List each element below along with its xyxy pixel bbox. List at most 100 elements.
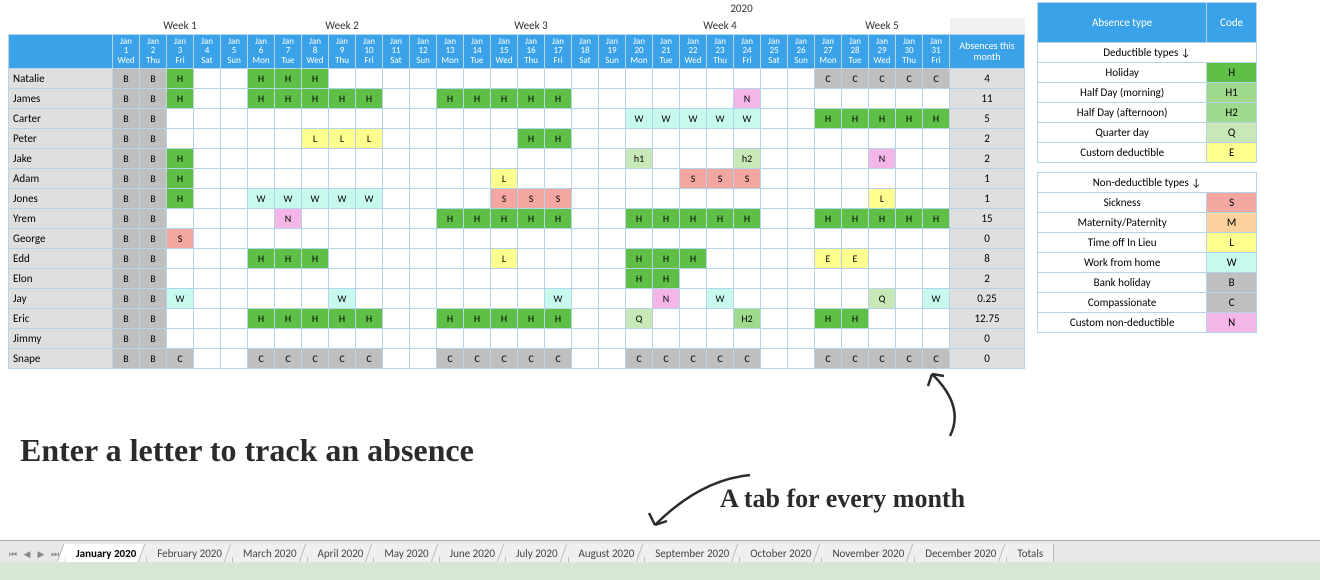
day-cell[interactable]: B bbox=[140, 129, 167, 149]
day-cell[interactable] bbox=[194, 189, 221, 209]
day-cell[interactable] bbox=[572, 249, 599, 269]
day-cell[interactable] bbox=[626, 289, 653, 309]
day-cell[interactable] bbox=[329, 229, 356, 249]
day-cell[interactable]: H bbox=[680, 249, 707, 269]
day-cell[interactable]: C bbox=[545, 349, 572, 369]
day-cell[interactable] bbox=[761, 309, 788, 329]
day-cell[interactable] bbox=[707, 149, 734, 169]
absence-total-cell[interactable]: 0 bbox=[950, 229, 1025, 249]
day-cell[interactable] bbox=[788, 289, 815, 309]
day-cell[interactable] bbox=[572, 69, 599, 89]
day-cell[interactable]: B bbox=[140, 169, 167, 189]
day-cell[interactable] bbox=[491, 289, 518, 309]
day-cell[interactable] bbox=[572, 89, 599, 109]
day-cell[interactable]: C bbox=[356, 349, 383, 369]
day-cell[interactable] bbox=[599, 229, 626, 249]
day-cell[interactable] bbox=[896, 289, 923, 309]
day-cell[interactable] bbox=[923, 129, 950, 149]
day-cell[interactable] bbox=[383, 309, 410, 329]
day-cell[interactable] bbox=[464, 189, 491, 209]
day-cell[interactable]: B bbox=[140, 149, 167, 169]
day-cell[interactable] bbox=[869, 129, 896, 149]
day-cell[interactable] bbox=[275, 229, 302, 249]
day-cell[interactable]: H bbox=[248, 249, 275, 269]
day-cell[interactable]: B bbox=[113, 289, 140, 309]
day-cell[interactable] bbox=[734, 229, 761, 249]
day-cell[interactable]: H bbox=[248, 309, 275, 329]
day-cell[interactable]: C bbox=[491, 349, 518, 369]
absence-total-cell[interactable]: 2 bbox=[950, 129, 1025, 149]
day-cell[interactable]: W bbox=[167, 289, 194, 309]
day-cell[interactable] bbox=[248, 329, 275, 349]
day-cell[interactable] bbox=[383, 349, 410, 369]
day-cell[interactable]: B bbox=[140, 349, 167, 369]
day-cell[interactable] bbox=[707, 89, 734, 109]
day-cell[interactable] bbox=[815, 229, 842, 249]
absence-total-cell[interactable]: 0 bbox=[950, 329, 1025, 349]
day-cell[interactable] bbox=[221, 149, 248, 169]
absence-total-cell[interactable]: 12.75 bbox=[950, 309, 1025, 329]
day-cell[interactable] bbox=[194, 89, 221, 109]
day-cell[interactable]: H bbox=[842, 109, 869, 129]
day-cell[interactable] bbox=[842, 169, 869, 189]
employee-name-cell[interactable]: Edd bbox=[9, 249, 113, 269]
day-cell[interactable] bbox=[734, 129, 761, 149]
day-cell[interactable]: H bbox=[869, 209, 896, 229]
day-cell[interactable] bbox=[518, 109, 545, 129]
day-cell[interactable] bbox=[518, 229, 545, 249]
day-cell[interactable] bbox=[815, 89, 842, 109]
day-cell[interactable] bbox=[653, 89, 680, 109]
employee-name-cell[interactable]: James bbox=[9, 89, 113, 109]
day-cell[interactable] bbox=[194, 269, 221, 289]
day-cell[interactable]: L bbox=[302, 129, 329, 149]
day-cell[interactable] bbox=[788, 329, 815, 349]
tab-prev-icon[interactable]: ◀ bbox=[20, 546, 34, 562]
day-cell[interactable]: B bbox=[113, 209, 140, 229]
day-cell[interactable] bbox=[545, 169, 572, 189]
day-cell[interactable] bbox=[653, 69, 680, 89]
day-cell[interactable]: H bbox=[626, 269, 653, 289]
absence-total-cell[interactable]: 1 bbox=[950, 189, 1025, 209]
sheet-tab[interactable]: June 2020 bbox=[440, 544, 506, 562]
day-cell[interactable]: S bbox=[491, 189, 518, 209]
day-cell[interactable] bbox=[383, 249, 410, 269]
day-cell[interactable] bbox=[167, 209, 194, 229]
day-cell[interactable] bbox=[410, 329, 437, 349]
day-cell[interactable] bbox=[410, 189, 437, 209]
day-cell[interactable] bbox=[761, 329, 788, 349]
day-cell[interactable] bbox=[626, 69, 653, 89]
day-cell[interactable]: H bbox=[734, 209, 761, 229]
day-cell[interactable] bbox=[410, 69, 437, 89]
day-cell[interactable]: N bbox=[734, 89, 761, 109]
day-cell[interactable] bbox=[356, 109, 383, 129]
day-cell[interactable] bbox=[599, 149, 626, 169]
day-cell[interactable]: B bbox=[113, 129, 140, 149]
day-cell[interactable] bbox=[896, 89, 923, 109]
day-cell[interactable]: H bbox=[815, 109, 842, 129]
day-cell[interactable]: W bbox=[923, 289, 950, 309]
day-cell[interactable] bbox=[788, 169, 815, 189]
day-cell[interactable] bbox=[167, 269, 194, 289]
day-cell[interactable]: H bbox=[815, 309, 842, 329]
day-cell[interactable]: W bbox=[356, 189, 383, 209]
day-cell[interactable] bbox=[707, 69, 734, 89]
sheet-tab[interactable]: Totals bbox=[1007, 544, 1054, 562]
day-cell[interactable]: W bbox=[275, 189, 302, 209]
day-cell[interactable]: B bbox=[113, 309, 140, 329]
day-cell[interactable]: H bbox=[545, 209, 572, 229]
day-cell[interactable]: H bbox=[815, 209, 842, 229]
day-cell[interactable]: Q bbox=[626, 309, 653, 329]
employee-name-cell[interactable]: Yrem bbox=[9, 209, 113, 229]
day-cell[interactable] bbox=[707, 249, 734, 269]
day-cell[interactable]: H bbox=[707, 209, 734, 229]
day-cell[interactable]: B bbox=[113, 89, 140, 109]
day-cell[interactable] bbox=[329, 209, 356, 229]
absence-total-cell[interactable]: 15 bbox=[950, 209, 1025, 229]
day-cell[interactable] bbox=[464, 169, 491, 189]
day-cell[interactable] bbox=[869, 269, 896, 289]
day-cell[interactable]: H bbox=[464, 209, 491, 229]
absence-total-cell[interactable]: 1 bbox=[950, 169, 1025, 189]
day-cell[interactable]: H bbox=[842, 309, 869, 329]
day-cell[interactable] bbox=[221, 289, 248, 309]
day-cell[interactable] bbox=[383, 329, 410, 349]
